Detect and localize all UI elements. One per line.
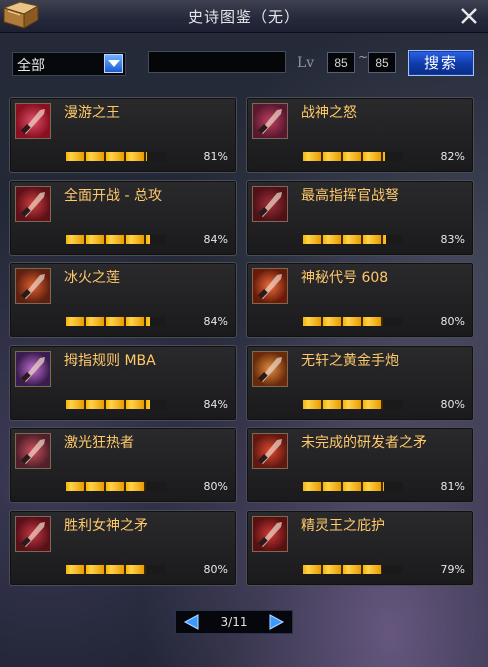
pagination: 3/11: [175, 610, 293, 634]
item-card[interactable]: 全面开战 - 总攻 84%: [9, 179, 237, 256]
item-card[interactable]: 战神之怒 82%: [246, 97, 474, 173]
item-card[interactable]: 无轩之黄金手炮 80%: [246, 344, 474, 421]
item-card[interactable]: 激光狂热者 80%: [9, 427, 237, 503]
item-name: 冰火之莲: [64, 270, 120, 286]
progress-percent: 80%: [440, 397, 465, 411]
progress-fill: [303, 564, 382, 574]
progress-fill: [303, 317, 383, 326]
item-card[interactable]: 漫游之王 81%: [9, 97, 237, 173]
progress-fill: [66, 482, 146, 491]
progress-percent: 83%: [440, 232, 465, 246]
progress-fill: [303, 399, 383, 409]
lance-icon: [252, 433, 288, 469]
hand-cannon-icon: [252, 350, 288, 387]
item-name: 无轩之黄金手炮: [301, 352, 399, 369]
progress-bar: [66, 234, 166, 244]
item-name: 神秘代号 608: [301, 270, 389, 286]
spear-icon: [15, 268, 51, 304]
item-name: 最高指挥官战弩: [301, 187, 399, 204]
rifle-icon: [252, 268, 288, 304]
progress-fill: [66, 152, 147, 161]
item-card[interactable]: 精灵王之庇护 79%: [246, 509, 474, 586]
item-card[interactable]: 冰火之莲 84%: [9, 262, 237, 338]
progress-fill: [303, 234, 386, 244]
item-name: 漫游之王: [64, 105, 120, 121]
progress-fill: [66, 317, 150, 326]
next-page-icon[interactable]: [266, 613, 286, 631]
progress-fill: [66, 564, 146, 574]
progress-percent: 84%: [203, 397, 228, 411]
item-card[interactable]: 最高指挥官战弩 83%: [246, 179, 474, 256]
progress-fill: [303, 482, 384, 491]
progress-bar: [303, 482, 403, 491]
item-name: 战神之怒: [301, 105, 357, 121]
progress-bar: [66, 399, 166, 409]
progress-fill: [303, 152, 385, 161]
progress-percent: 84%: [203, 232, 228, 246]
item-name: 精灵王之庇护: [301, 517, 385, 534]
progress-percent: 79%: [440, 562, 465, 576]
item-card[interactable]: 未完成的研发者之矛 81%: [246, 427, 474, 503]
progress-fill: [66, 399, 150, 409]
cannon-icon: [15, 185, 51, 222]
epic-collection-window: 史诗图鉴（无） 全部 Lv ~ 搜索 漫游之王81%战神之怒82%全面开战 - …: [0, 0, 488, 667]
progress-bar: [303, 317, 403, 326]
laser-rifle-icon: [15, 433, 51, 469]
progress-percent: 81%: [203, 150, 228, 163]
item-name: 未完成的研发者之矛: [301, 435, 427, 451]
staff-icon: [252, 515, 288, 552]
item-name: 激光狂热者: [64, 435, 134, 451]
progress-bar: [303, 399, 403, 409]
progress-percent: 81%: [440, 480, 465, 493]
progress-percent: 80%: [440, 315, 465, 328]
glove-icon: [15, 350, 51, 387]
item-card[interactable]: 拇指规则 MBA 84%: [9, 344, 237, 421]
battle-glove-icon: [252, 103, 288, 139]
item-card[interactable]: 胜利女神之矛 80%: [9, 509, 237, 586]
trident-icon: [15, 515, 51, 552]
item-grid: 漫游之王 81% 战神之怒 82% 全面开战 - 总攻 84% 最高指挥官战弩 83% 冰火之莲…: [0, 0, 488, 667]
progress-bar: [303, 564, 403, 574]
progress-fill: [66, 234, 150, 244]
progress-percent: 80%: [203, 480, 228, 493]
progress-bar: [303, 234, 403, 244]
item-card[interactable]: 神秘代号 608 80%: [246, 262, 474, 338]
progress-percent: 84%: [203, 315, 228, 328]
item-name: 拇指规则 MBA: [64, 352, 156, 369]
progress-bar: [66, 317, 166, 326]
progress-bar: [303, 152, 403, 161]
dagger-icon: [15, 103, 51, 139]
crossbow-icon: [252, 185, 288, 222]
item-name: 胜利女神之矛: [64, 517, 148, 534]
progress-percent: 80%: [203, 562, 228, 576]
progress-percent: 82%: [440, 150, 465, 163]
progress-bar: [66, 482, 166, 491]
progress-bar: [66, 564, 166, 574]
item-name: 全面开战 - 总攻: [64, 187, 162, 204]
progress-bar: [66, 152, 166, 161]
